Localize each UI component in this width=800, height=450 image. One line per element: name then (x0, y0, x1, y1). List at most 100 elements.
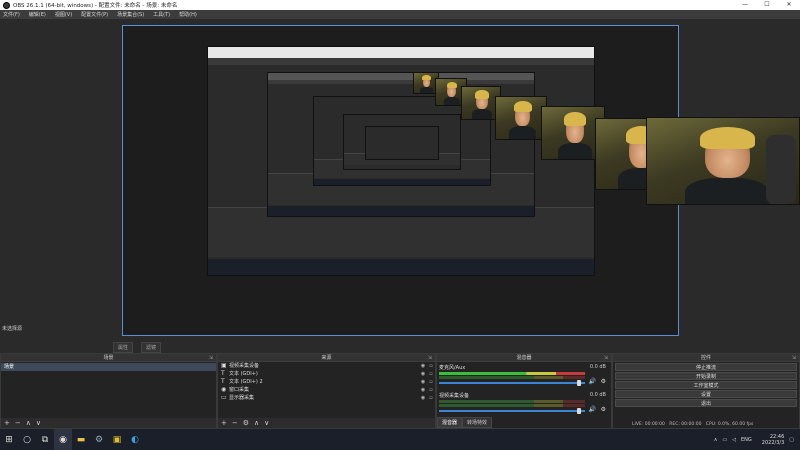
visibility-eye-icon[interactable]: ◉ (419, 378, 427, 386)
exit-button[interactable]: 退出 (615, 399, 797, 407)
pin-icon[interactable]: ⇲ (604, 354, 608, 362)
lock-icon[interactable]: ▫ (427, 362, 435, 370)
mixer-dock-header: 混音器 ⇲ (437, 354, 611, 362)
edge-browser-icon[interactable]: ◐ (126, 429, 144, 450)
remove-source-button[interactable]: − (232, 419, 238, 427)
source-properties-gear-icon[interactable]: ⚙ (243, 419, 249, 427)
visibility-eye-icon[interactable]: ◉ (419, 370, 427, 378)
tray-chevron-icon[interactable]: ∧ (714, 437, 718, 443)
volume-meter (439, 372, 585, 375)
language-indicator[interactable]: ENG (741, 437, 752, 443)
lock-icon[interactable]: ▫ (427, 378, 435, 386)
volume-slider[interactable] (439, 382, 585, 384)
search-icon[interactable]: ○ (18, 429, 36, 450)
preview-canvas[interactable] (122, 25, 679, 336)
speaker-icon[interactable]: 🔊 (589, 406, 596, 413)
volume-slider-knob[interactable] (577, 408, 581, 414)
channel-name: 视频采集设备 (439, 393, 470, 399)
source-item[interactable]: ▣ 视频采集设备 ◉ ▫ (218, 362, 435, 370)
cpu-status: CPU: 0.0%, 60.00 fps (705, 422, 754, 427)
minimize-button[interactable]: — (734, 0, 756, 10)
speaker-icon[interactable]: 🔊 (589, 378, 596, 385)
task-view-icon[interactable]: ⧉ (36, 429, 54, 450)
menu-help[interactable]: 帮助(H) (179, 11, 197, 18)
selected-source-label: 未选择源 (2, 326, 23, 332)
mixer-channel-video: 视频采集设备 0.0 dB 🔊 ⚙ (439, 392, 609, 420)
menu-profile[interactable]: 配置文件(P) (81, 11, 108, 18)
pin-icon[interactable]: ⇲ (792, 354, 796, 362)
visibility-eye-icon[interactable]: ◉ (419, 394, 427, 402)
channel-db: 0.0 dB (589, 392, 606, 398)
menu-file[interactable]: 文件(F) (3, 11, 20, 18)
tab-mixer[interactable]: 混音器 (437, 417, 463, 428)
windows-start-icon[interactable]: ⊞ (0, 429, 18, 450)
rec-status: REC: 00:00:00 (669, 422, 702, 427)
notification-icon[interactable]: ▢ (789, 437, 794, 443)
network-icon[interactable]: ▭ (722, 437, 727, 443)
studio-mode-button[interactable]: 工作室模式 (615, 381, 797, 389)
preview-area (0, 19, 800, 342)
visibility-eye-icon[interactable]: ◉ (419, 386, 427, 394)
volume-slider[interactable] (439, 410, 585, 412)
webcam-frame-large (646, 117, 800, 205)
volume-meter (439, 400, 585, 403)
docks: 场景 ⇲ 场景 + − ∧ ∨ 来源 ⇲ ▣ 视频采集设备 ◉ ▫ T 文本 (GDI+) ◉… (0, 353, 800, 429)
sources-toolbar: + − ⚙ ∧ ∨ (218, 418, 435, 428)
clock-time: 22:46 (769, 433, 785, 440)
start-recording-button[interactable]: 开始录制 (615, 372, 797, 380)
move-scene-down-button[interactable]: ∨ (36, 419, 41, 427)
menu-view[interactable]: 视图(V) (55, 11, 72, 18)
gear-icon[interactable]: ⚙ (601, 406, 606, 413)
app-yellow-icon[interactable]: ▣ (108, 429, 126, 450)
settings-button[interactable]: 设置 (615, 390, 797, 398)
remove-scene-button[interactable]: − (15, 419, 21, 427)
filters-button[interactable]: 滤镜 (141, 342, 162, 353)
mixer-tabs: 混音器 转场特效 (437, 417, 493, 428)
obs-taskbar-icon[interactable]: ◉ (54, 429, 72, 450)
stop-streaming-button[interactable]: 停止推流 (615, 363, 797, 371)
gear-icon[interactable]: ⚙ (601, 378, 606, 385)
windows-taskbar: ⊞ ○ ⧉ ◉ ▬ ⚙ ▣ ◐ ∧ ▭ ◁ ENG 22:46 2022/3/3 … (0, 429, 800, 450)
audio-mixer-dock: 混音器 ⇲ 麦克风/Aux 0.0 dB 🔊 ⚙ 视频采集设备 0.0 dB 🔊 … (436, 353, 612, 429)
controls-dock-header: 控件 ⇲ (613, 354, 799, 362)
sources-dock: 来源 ⇲ ▣ 视频采集设备 ◉ ▫ T 文本 (GDI+) ◉ ▫ T 文本 (GDI+) 2 ◉… (217, 353, 436, 429)
lock-icon[interactable]: ▫ (427, 370, 435, 378)
obs-app-icon (3, 1, 10, 9)
scenes-dock: 场景 ⇲ 场景 + − ∧ ∨ (0, 353, 217, 429)
move-source-down-button[interactable]: ∨ (264, 419, 269, 427)
pin-icon[interactable]: ⇲ (428, 354, 432, 362)
window-titlebar: OBS 26.1.1 (64-bit, windows) - 配置文件: 未命名… (0, 0, 800, 10)
text-icon: T (221, 378, 225, 385)
nested-capture-5 (365, 126, 439, 160)
sources-dock-header: 来源 ⇲ (218, 354, 435, 362)
source-item[interactable]: ◉ 窗口采集 ◉ ▫ (218, 386, 435, 394)
steam-icon[interactable]: ⚙ (90, 429, 108, 450)
text-icon: T (221, 370, 225, 377)
source-item[interactable]: T 文本 (GDI+) 2 ◉ ▫ (218, 378, 435, 386)
tab-transitions[interactable]: 转场特效 (462, 417, 493, 428)
lock-icon[interactable]: ▫ (427, 386, 435, 394)
maximize-button[interactable]: ☐ (756, 0, 778, 10)
source-item[interactable]: ▭ 显示器采集 ◉ ▫ (218, 394, 435, 402)
channel-db: 0.0 dB (589, 364, 606, 370)
menu-edit[interactable]: 编辑(E) (29, 11, 46, 18)
menu-tools[interactable]: 工具(T) (153, 11, 170, 18)
pin-icon[interactable]: ⇲ (209, 354, 213, 362)
visibility-eye-icon[interactable]: ◉ (419, 362, 427, 370)
controls-dock: 控件 ⇲ 停止推流 开始录制 工作室模式 设置 退出 (612, 353, 800, 429)
properties-button[interactable]: 属性 (113, 342, 134, 353)
scene-list-item[interactable]: 场景 (1, 363, 216, 371)
move-scene-up-button[interactable]: ∧ (26, 419, 31, 427)
source-item[interactable]: T 文本 (GDI+) ◉ ▫ (218, 370, 435, 378)
close-button[interactable]: ✕ (778, 0, 800, 10)
volume-icon[interactable]: ◁ (732, 437, 736, 443)
lock-icon[interactable]: ▫ (427, 394, 435, 402)
add-scene-button[interactable]: + (4, 419, 10, 427)
volume-slider-knob[interactable] (577, 380, 581, 386)
window-capture-icon: ◉ (221, 386, 227, 393)
clock[interactable]: 22:46 2022/3/3 (757, 434, 784, 446)
menu-scene-collection[interactable]: 场景集合(S) (117, 11, 144, 18)
file-explorer-icon[interactable]: ▬ (72, 429, 90, 450)
move-source-up-button[interactable]: ∧ (254, 419, 259, 427)
add-source-button[interactable]: + (221, 419, 227, 427)
